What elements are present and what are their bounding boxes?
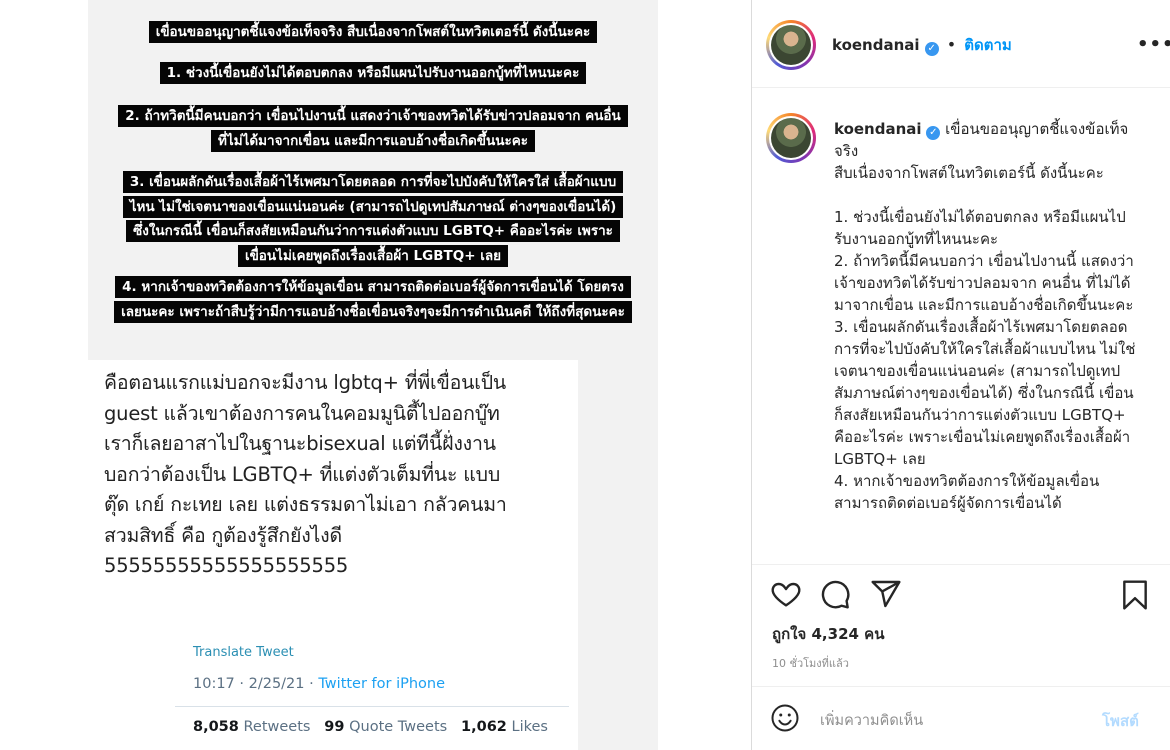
caption-text: 2. ถ้าทวิตนี้มีคนบอกว่า เขื่อนไปงานนี้ แ… — [118, 105, 628, 152]
likes-count[interactable]: ถูกใจ 4,324 คน — [772, 622, 884, 646]
verified-badge-icon: ✓ — [926, 126, 941, 140]
caption-block-1: 1. ช่วงนี้เขื่อนยังไม่ได้ตอบตกลง หรือมีแ… — [88, 61, 658, 86]
retweet-label: Retweets — [243, 719, 311, 735]
caption-username[interactable]: koendanai — [834, 120, 922, 138]
translate-tweet-link[interactable]: Translate Tweet — [193, 645, 294, 660]
like-label: Likes — [511, 719, 548, 735]
post-sidebar: koendanai ✓ • ติดตาม ••• koendanai ✓ เขื… — [752, 0, 1170, 750]
caption-line: 1. ช่วงนี้เขื่อนยังไม่ได้ตอบตกลง หรือมีแ… — [834, 208, 1126, 248]
post-timestamp[interactable]: 10 ชั่วโมงที่แล้ว — [772, 654, 849, 672]
username-link[interactable]: koendanai — [832, 36, 920, 54]
tweet-meta: 10:17 · 2/25/21 · Twitter for iPhone — [193, 676, 445, 692]
follow-button[interactable]: ติดตาม — [964, 36, 1012, 54]
more-options-icon[interactable]: ••• — [1137, 34, 1170, 55]
verified-badge-icon: ✓ — [924, 42, 939, 56]
quote-label: Quote Tweets — [349, 719, 448, 735]
caption-line: 3. เขื่อนผลักดันเรื่องเสื้อผ้าไร้เพศมาโด… — [834, 318, 1136, 468]
tweet-text: คือตอนแรกแม่บอกจะมีงาน lgbtq+ ที่พี่เขื่… — [104, 371, 507, 577]
like-count: 1,062 — [461, 719, 507, 735]
caption-line: 4. หากเจ้าของทวิตต้องการให้ข้อมูลเขื่อน … — [834, 472, 1100, 512]
caption-line: สืบเนื่องจากโพสต์ในทวิตเตอร์นี้ ดังนี้นะ… — [834, 164, 1104, 182]
caption-block-4: 4. หากเจ้าของทวิตต้องการให้ข้อมูลเขื่อน … — [88, 275, 658, 324]
caption-block-3: 3. เขื่อนผลักดันเรื่องเสื้อผ้าไร้เพศมาโด… — [88, 170, 658, 268]
tweet-divider — [175, 706, 569, 707]
instagram-post-view: เขื่อนขออนุญาตชี้แจงข้อเท็จจริง สืบเนื่อ… — [0, 0, 1170, 750]
tweet-time: 10:17 · 2/25/21 · — [193, 676, 319, 692]
caption-text: เขื่อนขออนุญาตชี้แจงข้อเท็จจริง สืบเนื่อ… — [148, 21, 598, 43]
add-comment-bar: เพิ่มความคิดเห็น โพสต์ — [752, 686, 1170, 750]
comment-input[interactable]: เพิ่มความคิดเห็น — [820, 709, 923, 732]
caption-block-2: 2. ถ้าทวิตนี้มีคนบอกว่า เขื่อนไปงานนี้ แ… — [88, 104, 658, 153]
separator-dot: • — [946, 35, 957, 54]
avatar[interactable] — [766, 20, 816, 70]
post-comment-button[interactable]: โพสต์ — [1102, 709, 1139, 733]
comment-avatar[interactable] — [766, 113, 816, 163]
media-panel: เขื่อนขออนุญาตชี้แจงข้อเท็จจริง สืบเนื่อ… — [0, 0, 752, 750]
bookmark-icon[interactable] — [1119, 578, 1151, 612]
retweet-count: 8,058 — [193, 719, 239, 735]
caption-blank-line — [834, 184, 1139, 206]
share-icon[interactable] — [870, 578, 902, 610]
tweet-source: Twitter for iPhone — [318, 676, 446, 692]
caption-line: 2. ถ้าทวิตนี้มีคนบอกว่า เขื่อนไปงานนี้ แ… — [834, 252, 1134, 314]
caption-text: 4. หากเจ้าของทวิตต้องการให้ข้อมูลเขื่อน … — [114, 276, 632, 323]
header-user: koendanai ✓ • ติดตาม — [832, 33, 1012, 57]
heart-icon[interactable] — [770, 578, 802, 610]
caption-block-intro: เขื่อนขออนุญาตชี้แจงข้อเท็จจริง สืบเนื่อ… — [88, 20, 658, 45]
caption-scroll-mask — [752, 540, 1170, 564]
emoji-icon[interactable] — [770, 703, 800, 733]
avatar-image — [771, 25, 811, 65]
comment-icon[interactable] — [819, 578, 851, 610]
post-header: koendanai ✓ • ติดตาม ••• — [752, 0, 1170, 88]
tweet-stats: 8,058 Retweets 99 Quote Tweets 1,062 Lik… — [193, 719, 548, 735]
quote-count: 99 — [324, 719, 345, 735]
post-caption: koendanai ✓ เขื่อนขออนุญาตชี้แจงข้อเท็จจ… — [834, 118, 1139, 514]
caption-text: 3. เขื่อนผลักดันเรื่องเสื้อผ้าไร้เพศมาโด… — [122, 171, 624, 267]
caption-text: 1. ช่วงนี้เขื่อนยังไม่ได้ตอบตกลง หรือมีแ… — [159, 62, 587, 84]
avatar-image — [771, 118, 811, 158]
